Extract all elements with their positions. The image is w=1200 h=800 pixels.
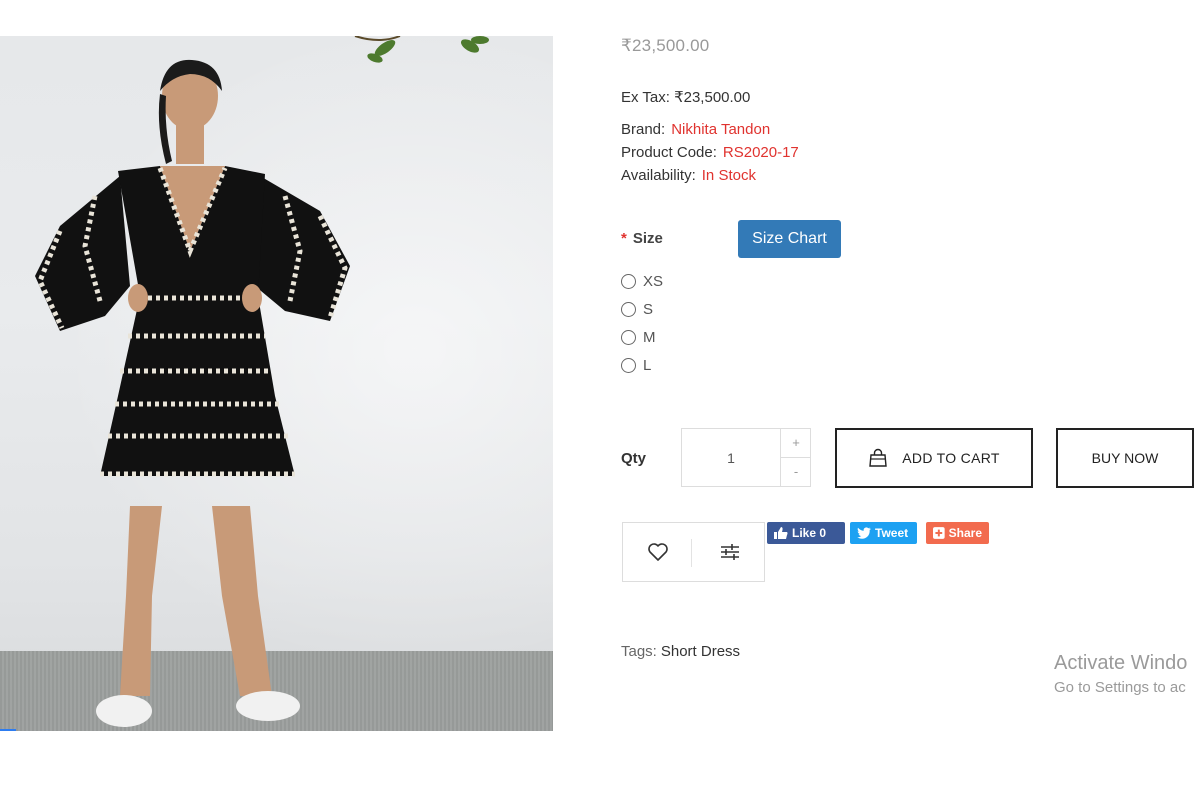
brand-label: Brand:: [621, 121, 666, 138]
shopping-bag-icon: [869, 448, 888, 467]
availability-value: In Stock: [701, 167, 756, 184]
availability-row: Availability: In Stock: [621, 167, 756, 184]
quantity-input[interactable]: [682, 429, 781, 486]
tweet-button[interactable]: Tweet: [850, 522, 917, 544]
plus-box-icon: [933, 527, 945, 539]
size-option-l[interactable]: L: [621, 357, 651, 374]
activate-windows-watermark: Activate Windo Go to Settings to ac: [1054, 652, 1187, 696]
product-image[interactable]: [0, 36, 553, 731]
product-code-row: Product Code: RS2020-17: [621, 144, 799, 161]
wishlist-compare-box: [622, 522, 765, 582]
divider: [691, 539, 692, 567]
radio-icon[interactable]: [621, 358, 636, 373]
size-option-label: S: [643, 301, 654, 318]
quantity-stepper: + -: [681, 428, 811, 487]
facebook-like-button[interactable]: Like 0: [767, 522, 845, 544]
tweet-label: Tweet: [875, 526, 909, 540]
product-code-label: Product Code:: [621, 144, 717, 161]
facebook-like-label: Like 0: [792, 526, 827, 540]
size-option-m[interactable]: M: [621, 329, 656, 346]
size-label-text: Size: [632, 230, 663, 247]
buy-now-label: BUY NOW: [1091, 450, 1159, 466]
tags-row: Tags: Short Dress: [621, 643, 740, 660]
add-to-cart-label: ADD TO CART: [902, 450, 1000, 466]
watermark-subtitle: Go to Settings to ac: [1054, 679, 1186, 696]
model-figure: [35, 36, 489, 727]
availability-label: Availability:: [621, 167, 696, 184]
thumbs-up-icon: [774, 527, 788, 539]
size-label: * Size: [621, 230, 663, 247]
product-price: ₹23,500.00: [621, 36, 710, 55]
tags-label: Tags:: [621, 643, 657, 660]
quantity-decrease-button[interactable]: -: [781, 458, 811, 486]
sliders-icon[interactable]: [717, 539, 743, 565]
share-button[interactable]: Share: [926, 522, 989, 544]
size-chart-button[interactable]: Size Chart: [738, 220, 841, 258]
size-option-label: L: [643, 357, 652, 374]
image-indicator: [0, 729, 16, 731]
size-option-xs[interactable]: XS: [621, 273, 663, 290]
tag-link[interactable]: Short Dress: [661, 643, 740, 660]
watermark-title: Activate Windo: [1054, 652, 1188, 674]
qty-label: Qty: [621, 450, 647, 467]
heart-icon[interactable]: [645, 539, 671, 565]
add-to-cart-button[interactable]: ADD TO CART: [835, 428, 1033, 488]
radio-icon[interactable]: [621, 302, 636, 317]
product-code-value: RS2020-17: [722, 144, 799, 161]
required-marker: *: [621, 230, 627, 247]
size-option-label: XS: [643, 273, 664, 290]
brand-link[interactable]: Nikhita Tandon: [671, 121, 770, 138]
size-option-s[interactable]: S: [621, 301, 653, 318]
radio-icon[interactable]: [621, 274, 636, 289]
radio-icon[interactable]: [621, 330, 636, 345]
twitter-bird-icon: [857, 527, 871, 539]
quantity-increase-button[interactable]: +: [781, 429, 811, 458]
size-option-label: M: [643, 329, 656, 346]
ex-tax-price: Ex Tax: ₹23,500.00: [621, 89, 751, 106]
brand-row: Brand: Nikhita Tandon: [621, 121, 770, 138]
share-label: Share: [948, 526, 982, 540]
buy-now-button[interactable]: BUY NOW: [1056, 428, 1194, 488]
